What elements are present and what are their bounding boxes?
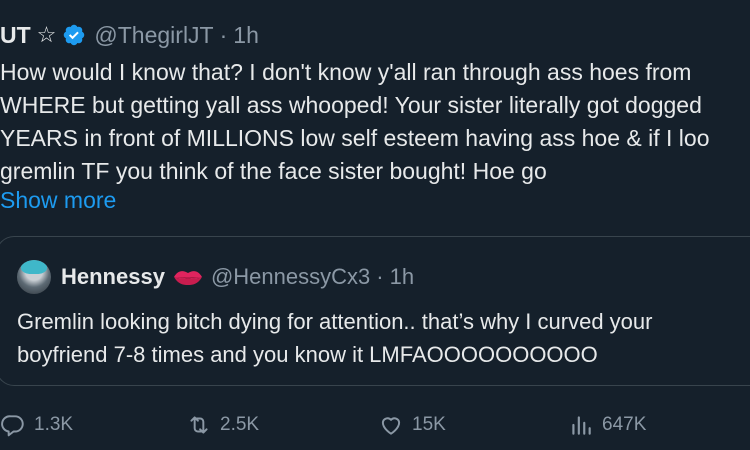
tweet-header: UT ☆ @ThegirlJT · 1h: [0, 18, 259, 52]
author-handle[interactable]: @ThegirlJT: [94, 22, 213, 49]
views-count: 647K: [602, 414, 647, 435]
quoted-tweet-body: Gremlin looking bitch dying for attentio…: [17, 309, 653, 367]
star-icon: ☆: [36, 22, 57, 47]
retweet-button[interactable]: 2.5K: [186, 408, 259, 442]
reply-button[interactable]: 1.3K: [0, 408, 73, 442]
views-button[interactable]: 647K: [568, 408, 646, 442]
verified-badge-icon: [62, 23, 86, 47]
separator-dot: ·: [376, 264, 384, 289]
lips-emoji-icon: [173, 268, 203, 286]
retweet-icon: [190, 416, 208, 434]
quoted-author-handle: @HennessyCx3: [210, 264, 371, 289]
action-bar: 1.3K 2.5K 15K 647K: [0, 408, 750, 442]
tweet-card: UT ☆ @ThegirlJT · 1h How would I know th…: [0, 0, 750, 450]
separator-dot: ·: [219, 21, 228, 48]
reply-icon: [1, 415, 24, 437]
quoted-author-avatar[interactable]: [17, 260, 51, 294]
author-name[interactable]: UT: [0, 22, 31, 49]
tweet-timestamp[interactable]: 1h: [233, 22, 259, 49]
like-count: 15K: [412, 414, 446, 435]
quoted-tweet-header: Hennessy @HennessyCx3 · 1h: [17, 259, 414, 295]
tweet-body: How would I know that? I don't know y'al…: [0, 59, 710, 184]
quoted-tweet-timestamp: 1h: [389, 264, 415, 289]
show-more-link[interactable]: Show more: [0, 184, 116, 217]
quoted-author-name: Hennessy: [61, 264, 165, 289]
reply-count: 1.3K: [34, 414, 74, 435]
heart-icon: [381, 417, 401, 435]
retweet-count: 2.5K: [220, 414, 260, 435]
like-button[interactable]: 15K: [378, 408, 446, 442]
quoted-tweet[interactable]: Hennessy @HennessyCx3 · 1h Gremlin looki…: [0, 236, 750, 386]
views-bar-chart-icon: [572, 416, 591, 435]
